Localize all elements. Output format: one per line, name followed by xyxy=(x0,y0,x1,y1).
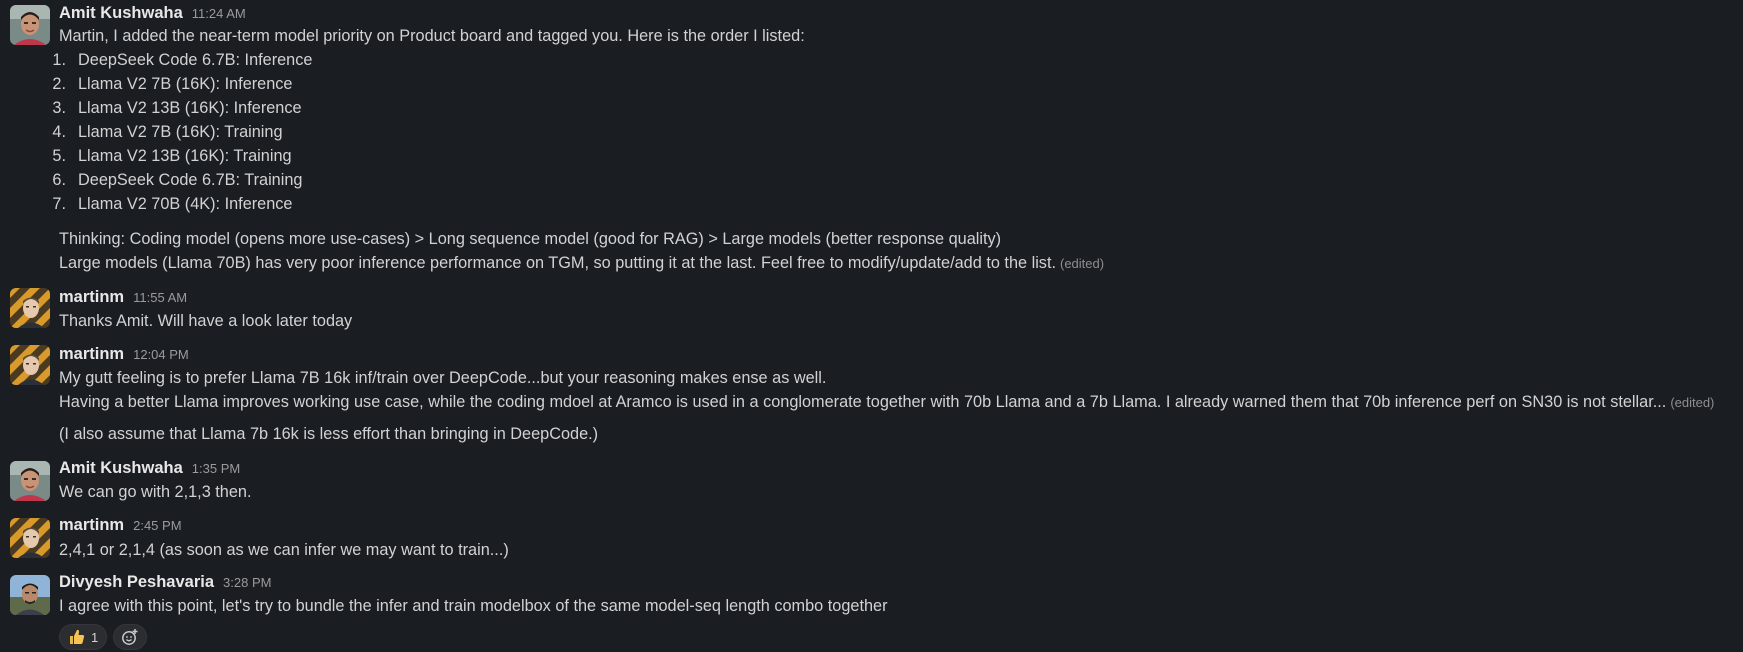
timestamp[interactable]: 11:24 AM xyxy=(192,6,246,21)
edited-label: (edited) xyxy=(1060,256,1105,271)
author-name[interactable]: Amit Kushwaha xyxy=(59,4,183,23)
edited-label: (edited) xyxy=(1670,395,1715,410)
message-text: Thinking: Coding model (opens more use-c… xyxy=(59,230,1002,248)
list-item: 2. Llama V2 7B (16K): Inference xyxy=(52,75,293,93)
message-text: We can go with 2,1,3 then. xyxy=(59,483,252,501)
message-text: 2,4,1 or 2,1,4 (as soon as we can infer … xyxy=(59,541,509,559)
list-item: 7. Llama V2 70B (4K): Inference xyxy=(52,195,293,213)
message-header: Amit Kushwaha 11:24 AM xyxy=(59,4,246,23)
message-text: Thanks Amit. Will have a look later toda… xyxy=(59,312,353,330)
author-name[interactable]: Amit Kushwaha xyxy=(59,459,183,478)
message: Divyesh Peshavaria 3:28 PM I agree with … xyxy=(0,569,1743,652)
reaction-count: 1 xyxy=(91,629,99,645)
message-header: martinm 11:55 AM xyxy=(59,288,187,307)
avatar[interactable] xyxy=(10,5,50,45)
author-name[interactable]: martinm xyxy=(59,516,124,535)
message-header: martinm 2:45 PM xyxy=(59,516,182,535)
timestamp[interactable]: 3:28 PM xyxy=(223,575,271,590)
list-item: 5. Llama V2 13B (16K): Training xyxy=(52,147,292,165)
message-text: My gutt feeling is to prefer Llama 7B 16… xyxy=(59,369,827,387)
author-name[interactable]: martinm xyxy=(59,288,124,307)
timestamp[interactable]: 2:45 PM xyxy=(133,518,181,533)
timestamp[interactable]: 1:35 PM xyxy=(192,461,240,476)
message-header: Divyesh Peshavaria 3:28 PM xyxy=(59,573,271,592)
avatar[interactable] xyxy=(10,288,50,328)
reactions-bar: 1 xyxy=(59,624,148,650)
add-reaction-icon xyxy=(121,628,139,646)
message: martinm 11:55 AM Thanks Amit. Will have … xyxy=(0,284,1743,338)
message: Amit Kushwaha 11:24 AM Martin, I added t… xyxy=(0,0,1743,280)
avatar[interactable] xyxy=(10,575,50,615)
message-header: martinm 12:04 PM xyxy=(59,345,189,364)
avatar[interactable] xyxy=(10,518,50,558)
message: martinm 12:04 PM My gutt feeling is to p… xyxy=(0,341,1743,451)
message-text: Having a better Llama improves working u… xyxy=(59,393,1715,411)
message-text: I agree with this point, let's try to bu… xyxy=(59,597,888,615)
author-name[interactable]: martinm xyxy=(59,345,124,364)
list-item: 1. DeepSeek Code 6.7B: Inference xyxy=(52,51,313,69)
thumbs-up-icon xyxy=(68,628,86,646)
add-reaction-button[interactable] xyxy=(113,624,148,650)
author-name[interactable]: Divyesh Peshavaria xyxy=(59,573,214,592)
list-item: 4. Llama V2 7B (16K): Training xyxy=(52,123,283,141)
message-text: (I also assume that Llama 7b 16k is less… xyxy=(59,425,599,443)
avatar[interactable] xyxy=(10,345,50,385)
timestamp[interactable]: 11:55 AM xyxy=(133,290,187,305)
list-item: 3. Llama V2 13B (16K): Inference xyxy=(52,99,302,117)
message-header: Amit Kushwaha 1:35 PM xyxy=(59,459,240,478)
message-feed: Amit Kushwaha 11:24 AM Martin, I added t… xyxy=(0,0,1743,652)
avatar[interactable] xyxy=(10,461,50,501)
list-item: 6. DeepSeek Code 6.7B: Training xyxy=(52,171,303,189)
message: Amit Kushwaha 1:35 PM We can go with 2,1… xyxy=(0,455,1743,509)
message: martinm 2:45 PM 2,4,1 or 2,1,4 (as soon … xyxy=(0,512,1743,568)
reaction-pill[interactable]: 1 xyxy=(59,624,108,650)
message-text: Martin, I added the near-term model prio… xyxy=(59,27,805,45)
timestamp[interactable]: 12:04 PM xyxy=(133,347,189,362)
message-text: Large models (Llama 70B) has very poor i… xyxy=(59,254,1105,272)
